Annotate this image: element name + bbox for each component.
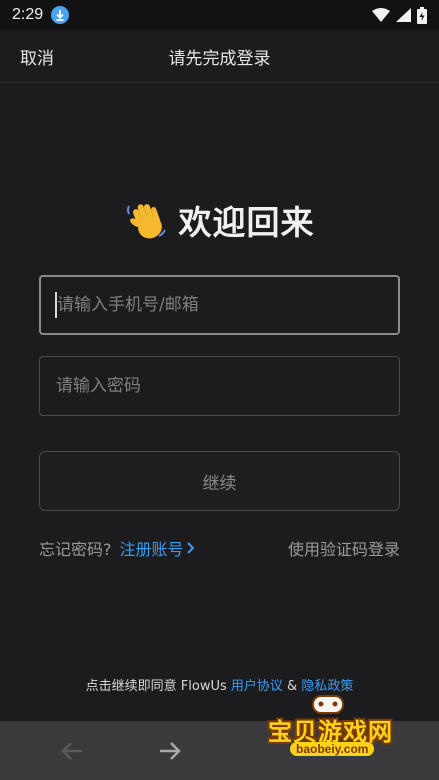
password-input[interactable] (39, 356, 400, 416)
back-arrow-icon[interactable] (58, 737, 86, 765)
waving-hand-icon (126, 204, 166, 239)
auth-links: 忘记密码? 注册账号 使用验证码登录 (39, 536, 400, 560)
page-title: 请先完成登录 (168, 49, 271, 69)
signal-icon (396, 8, 411, 22)
watermark-url: baobeiy.com (290, 742, 375, 756)
sms-login-link[interactable]: 使用验证码登录 (288, 536, 400, 560)
top-bar: 取消 请先完成登录 (0, 30, 439, 83)
chevron-right-icon (186, 542, 194, 554)
watermark-logo: 宝贝游戏网 baobeiy.com (262, 690, 412, 770)
download-icon (51, 6, 70, 24)
account-input[interactable] (39, 275, 400, 335)
continue-button[interactable]: 继续 (39, 451, 400, 511)
register-label: 注册账号 (119, 540, 184, 559)
welcome-text: 欢迎回来 (178, 203, 315, 242)
forgot-password-link[interactable]: 忘记密码? (39, 536, 112, 560)
register-link[interactable]: 注册账号 (120, 536, 195, 560)
welcome-heading: 欢迎回来 (0, 196, 439, 244)
agreement-prefix: 点击继续即同意 FlowUs (85, 679, 231, 694)
battery-icon (417, 6, 427, 24)
text-cursor (55, 292, 57, 318)
wifi-icon (372, 8, 390, 22)
status-bar: 2:29 (0, 0, 439, 30)
forward-arrow-icon[interactable] (156, 737, 184, 765)
status-time: 2:29 (12, 6, 44, 23)
